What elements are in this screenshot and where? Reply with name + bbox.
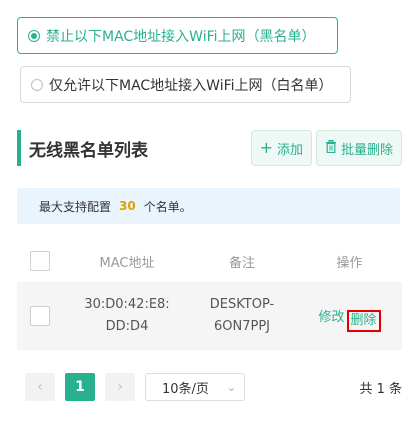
section-accent-bar: [17, 130, 21, 166]
row-mac-line1: 30:D0:42:E8:: [84, 297, 170, 312]
select-all-checkbox[interactable]: [30, 251, 50, 271]
pagination: ‹ 1 › 10条/页 ⌄ 共 1 条: [25, 373, 402, 401]
trash-icon: [325, 140, 337, 156]
page-size-value: 10条/页: [162, 381, 209, 397]
plus-icon: +: [259, 138, 273, 157]
capacity-notice: 最大支持配置 30 个名单。: [17, 188, 400, 224]
whitelist-mode-label: 仅允许以下MAC地址接入WiFi上网（白名单）: [49, 77, 333, 94]
edit-link[interactable]: 修改: [318, 306, 344, 325]
current-page-button[interactable]: 1: [65, 373, 95, 401]
column-header-action: 操作: [336, 255, 363, 271]
column-header-note: 备注: [228, 255, 255, 271]
row-checkbox[interactable]: [30, 306, 50, 326]
row-note-cell: DESKTOP- 6ON7PPJ: [187, 294, 297, 338]
prev-page-button[interactable]: ‹: [25, 373, 55, 401]
row-note-line1: DESKTOP-: [209, 297, 275, 312]
row-mac-line2: DD:D4: [105, 319, 149, 334]
section-header: 无线黑名单列表 + 添加 批量删除: [17, 130, 402, 166]
delete-link[interactable]: 删除: [346, 310, 381, 332]
add-button[interactable]: + 添加: [250, 130, 312, 166]
blacklist-mode-label: 禁止以下MAC地址接入WiFi上网（黑名单）: [46, 28, 316, 45]
next-page-button[interactable]: ›: [105, 373, 135, 401]
row-action-cell: 修改 删除: [297, 300, 402, 332]
radio-unselected-icon[interactable]: [31, 78, 43, 91]
section-title: 无线黑名单列表: [29, 140, 148, 161]
notice-max-count: 30: [119, 199, 136, 213]
radio-selected-icon[interactable]: [28, 29, 40, 42]
table-header: MAC地址 备注 操作: [17, 240, 402, 282]
column-header-mac: MAC地址: [99, 255, 155, 271]
batch-delete-label: 批量删除: [340, 142, 393, 158]
total-count: 共 1 条: [359, 381, 402, 397]
notice-suffix: 个名单。: [143, 199, 192, 214]
batch-delete-button[interactable]: 批量删除: [315, 130, 402, 166]
add-button-label: 添加: [276, 142, 303, 158]
notice-prefix: 最大支持配置: [39, 199, 112, 214]
page-size-select[interactable]: 10条/页 ⌄: [145, 373, 245, 401]
row-note-line2: 6ON7PPJ: [213, 319, 270, 334]
blacklist-mode-option[interactable]: 禁止以下MAC地址接入WiFi上网（黑名单）: [17, 17, 338, 54]
table-row: 30:D0:42:E8: DD:D4 DESKTOP- 6ON7PPJ 修改 删…: [17, 282, 402, 350]
row-mac-cell: 30:D0:42:E8: DD:D4: [67, 294, 187, 338]
whitelist-mode-option[interactable]: 仅允许以下MAC地址接入WiFi上网（白名单）: [20, 66, 351, 103]
chevron-down-icon: ⌄: [226, 380, 236, 394]
